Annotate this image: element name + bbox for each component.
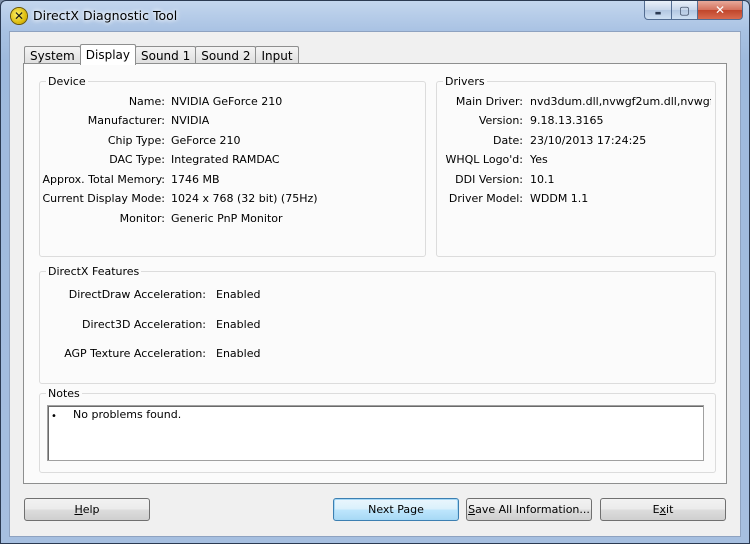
notes-textbox[interactable]: • No problems found. (47, 405, 704, 461)
driver-main-value: nvd3dum.dll,nvwgf2um.dll,nvwgf2um (530, 95, 711, 108)
directx-features-title: DirectX Features (46, 265, 142, 278)
save-all-label: ave All Information... (475, 503, 590, 516)
tab-display[interactable]: Display (79, 44, 136, 65)
tab-input[interactable]: Input (255, 46, 299, 64)
device-memory-row: Approx. Total Memory: 1746 MB (40, 172, 425, 188)
device-memory-label: Approx. Total Memory: (42, 173, 166, 186)
device-chip-type-label: Chip Type: (107, 134, 165, 147)
feature-agp-row: AGP Texture Acceleration: Enabled (40, 346, 715, 362)
save-all-accel: S (468, 503, 476, 516)
tab-sound-2[interactable]: Sound 2 (195, 46, 257, 64)
device-memory-value: 1746 MB (171, 173, 220, 186)
window-controls: ▬ ▢ ✕ (644, 1, 743, 20)
driver-whql-label: WHQL Logo'd: (445, 153, 523, 166)
device-dac-type-label: DAC Type: (109, 153, 165, 166)
directx-icon (11, 8, 27, 24)
feature-directdraw-label: DirectDraw Acceleration: (68, 288, 206, 301)
tab-system[interactable]: System (24, 46, 81, 64)
feature-directdraw-row: DirectDraw Acceleration: Enabled (40, 287, 715, 303)
feature-direct3d-label: Direct3D Acceleration: (82, 318, 206, 331)
close-button[interactable]: ✕ (698, 1, 743, 20)
help-button[interactable]: Help (24, 498, 150, 521)
device-manufacturer-value: NVIDIA (171, 114, 210, 127)
device-name-label: Name: (128, 95, 165, 108)
next-page-button[interactable]: Next Page (333, 498, 459, 521)
driver-date-row: Date: 23/10/2013 17:24:25 (437, 133, 715, 149)
device-display-mode-label: Current Display Mode: (42, 192, 165, 205)
device-manufacturer-row: Manufacturer: NVIDIA (40, 113, 425, 129)
feature-agp-label: AGP Texture Acceleration: (64, 347, 206, 360)
notes-title: Notes (46, 387, 82, 400)
notes-group: Notes • No problems found. (39, 387, 716, 473)
device-display-mode-row: Current Display Mode: 1024 x 768 (32 bit… (40, 191, 425, 207)
driver-model-label: Driver Model: (448, 192, 523, 205)
driver-model-row: Driver Model: WDDM 1.1 (437, 191, 715, 207)
save-all-information-button[interactable]: Save All Information... (466, 498, 592, 521)
driver-ddi-row: DDI Version: 10.1 (437, 172, 715, 188)
help-button-accel: H (74, 503, 83, 516)
drivers-group: Drivers Main Driver: nvd3dum.dll,nvwgf2u… (436, 75, 716, 257)
driver-ddi-value: 10.1 (530, 173, 555, 186)
driver-whql-value: Yes (530, 153, 548, 166)
driver-version-row: Version: 9.18.13.3165 (437, 113, 715, 129)
device-monitor-row: Monitor: Generic PnP Monitor (40, 211, 425, 227)
display-tab-panel: Device Name: NVIDIA GeForce 210 Manufact… (23, 63, 727, 484)
exit-label-pre: E (652, 503, 660, 516)
device-display-mode-value: 1024 x 768 (32 bit) (75Hz) (171, 192, 318, 205)
device-name-value: NVIDIA GeForce 210 (171, 95, 283, 108)
device-manufacturer-label: Manufacturer: (87, 114, 165, 127)
device-group-title: Device (46, 75, 88, 88)
device-chip-type-row: Chip Type: GeForce 210 (40, 133, 425, 149)
tab-strip: System Display Sound 1 Sound 2 Input (24, 44, 299, 65)
feature-directdraw-value: Enabled (216, 288, 261, 301)
device-monitor-value: Generic PnP Monitor (171, 212, 283, 225)
driver-date-value: 23/10/2013 17:24:25 (530, 134, 647, 147)
device-monitor-label: Monitor: (119, 212, 165, 225)
device-chip-type-value: GeForce 210 (171, 134, 241, 147)
maximize-button[interactable]: ▢ (672, 1, 698, 20)
device-group: Device Name: NVIDIA GeForce 210 Manufact… (39, 75, 426, 257)
driver-version-label: Version: (478, 114, 523, 127)
feature-direct3d-value: Enabled (216, 318, 261, 331)
title-bar[interactable]: DirectX Diagnostic Tool ▬ ▢ ✕ (1, 1, 749, 31)
driver-ddi-label: DDI Version: (455, 173, 523, 186)
device-name-row: Name: NVIDIA GeForce 210 (40, 94, 425, 110)
device-dac-type-row: DAC Type: Integrated RAMDAC (40, 152, 425, 168)
driver-main-row: Main Driver: nvd3dum.dll,nvwgf2um.dll,nv… (437, 94, 715, 110)
help-button-label: elp (82, 503, 100, 516)
driver-model-value: WDDM 1.1 (530, 192, 589, 205)
drivers-group-title: Drivers (443, 75, 487, 88)
notes-bullet: • (51, 411, 57, 422)
close-icon: ✕ (714, 3, 726, 17)
driver-date-label: Date: (493, 134, 523, 147)
device-dac-type-value: Integrated RAMDAC (171, 153, 280, 166)
driver-main-label: Main Driver: (455, 95, 523, 108)
exit-button[interactable]: Ex it (600, 498, 726, 521)
notes-item: No problems found. (73, 408, 182, 421)
minimize-icon: ▬ (654, 9, 662, 17)
app-window: DirectX Diagnostic Tool ▬ ▢ ✕ System Dis… (0, 0, 750, 544)
driver-whql-row: WHQL Logo'd: Yes (437, 152, 715, 168)
tab-sound-1[interactable]: Sound 1 (134, 46, 197, 64)
feature-direct3d-row: Direct3D Acceleration: Enabled (40, 317, 715, 333)
minimize-button[interactable]: ▬ (644, 1, 672, 20)
directx-features-group: DirectX Features DirectDraw Acceleration… (39, 265, 716, 384)
driver-version-value: 9.18.13.3165 (530, 114, 604, 127)
next-page-button-label: Next Page (368, 503, 424, 516)
maximize-icon: ▢ (679, 3, 690, 17)
exit-label-rest: it (666, 503, 674, 516)
dialog-client-area: System Display Sound 1 Sound 2 Input Dev… (9, 31, 741, 537)
feature-agp-value: Enabled (216, 347, 261, 360)
window-title: DirectX Diagnostic Tool (33, 8, 178, 23)
